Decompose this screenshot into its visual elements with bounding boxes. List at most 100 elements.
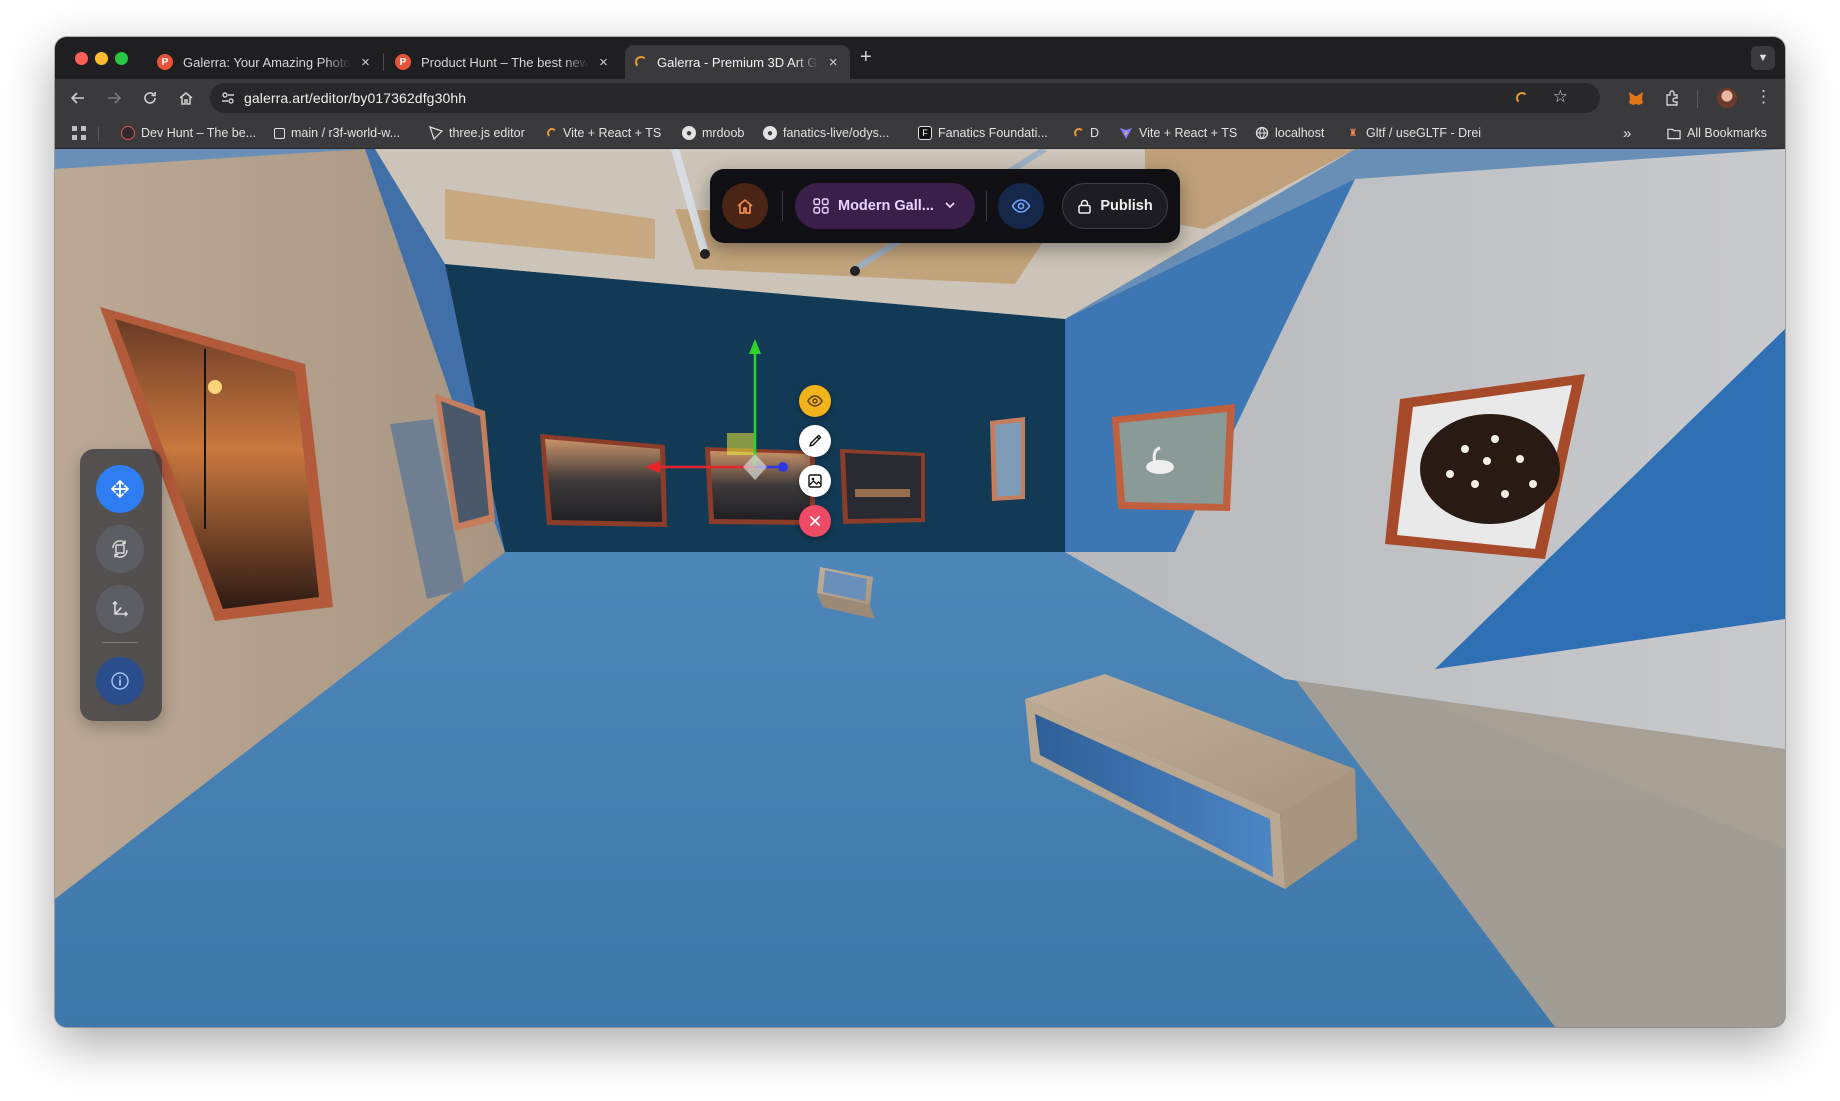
- product-hunt-favicon-icon: P: [157, 54, 173, 70]
- bookmarks-divider: [98, 127, 99, 141]
- address-bar[interactable]: galerra.art/editor/by017362dfg30hh ☆: [210, 83, 1600, 113]
- bookmark-label: localhost: [1275, 126, 1325, 140]
- bookmark-vite-react[interactable]: Vite + React + TS: [547, 124, 661, 142]
- arrow-right-icon: [108, 92, 122, 104]
- folder-icon: [1667, 126, 1681, 140]
- chevron-down-icon: [945, 202, 955, 209]
- browser-toolbar: galerra.art/editor/by017362dfg30hh ☆ ⋮: [55, 79, 1785, 117]
- editor-top-bar: Modern Gall... Publish: [710, 169, 1180, 243]
- devhunt-favicon-icon: [121, 126, 135, 140]
- gallery-selector-dropdown[interactable]: Modern Gall...: [795, 183, 975, 229]
- site-settings-icon[interactable]: [220, 90, 236, 106]
- square-favicon-icon: [274, 127, 285, 139]
- bookmark-gltf-drei[interactable]: ♜ Gltf / useGLTF - Drei: [1346, 124, 1482, 142]
- tab-title: Galerra: Your Amazing Photos: [183, 54, 351, 70]
- bookmark-threejs-editor[interactable]: three.js editor: [429, 124, 525, 142]
- bar-divider: [782, 191, 783, 221]
- home-page-button[interactable]: [175, 87, 197, 109]
- image-icon: [808, 474, 822, 488]
- bookmark-label: D: [1090, 126, 1100, 140]
- bookmarks-bar: Dev Hunt – The be... main / r3f-world-w.…: [55, 117, 1785, 149]
- lock-icon: [1078, 199, 1092, 214]
- edit-artwork-button[interactable]: [799, 425, 831, 457]
- metamask-extension-icon[interactable]: [1626, 88, 1646, 108]
- extensions-puzzle-icon[interactable]: [1663, 88, 1683, 108]
- tab-title: Product Hunt – The best new: [421, 54, 589, 70]
- info-button[interactable]: [96, 657, 144, 705]
- bookmark-label: Vite + React + TS: [563, 126, 662, 140]
- publish-label: Publish: [1100, 198, 1153, 214]
- artwork-swan[interactable]: [1112, 404, 1235, 511]
- fanatics-flag-icon: F: [918, 126, 932, 140]
- gallery-room-scene[interactable]: [55, 149, 1785, 1027]
- tab-product-hunt[interactable]: P Product Hunt – The best new ×: [385, 45, 620, 79]
- bookmark-r3f-world[interactable]: main / r3f-world-w...: [274, 124, 400, 142]
- close-window-button[interactable]: [75, 52, 88, 65]
- tab-divider: [383, 53, 384, 71]
- vite-icon: [1119, 126, 1133, 140]
- gallery-name: Modern Gall...: [838, 198, 934, 214]
- globe-icon: [1255, 126, 1269, 140]
- bookmark-localhost[interactable]: localhost: [1255, 124, 1324, 142]
- forward-button[interactable]: [103, 87, 125, 109]
- tab-strip: P Galerra: Your Amazing Photos × P Produ…: [55, 37, 1785, 79]
- house-icon: [179, 92, 193, 105]
- browser-menu-button[interactable]: ⋮: [1755, 87, 1772, 107]
- bookmark-fanatics-foundation[interactable]: F Fanatics Foundati...: [918, 124, 1048, 142]
- chevron-down-icon: ▼: [1757, 52, 1769, 64]
- reload-button[interactable]: [139, 87, 161, 109]
- gallery-3d-viewport[interactable]: Modern Gall... Publish: [55, 149, 1785, 1027]
- close-tab-icon[interactable]: ×: [359, 54, 372, 71]
- bookmark-label: three.js editor: [449, 126, 525, 140]
- artwork-coastline[interactable]: [990, 417, 1025, 501]
- bookmark-label: Dev Hunt – The be...: [141, 126, 257, 140]
- replace-image-button[interactable]: [799, 465, 831, 497]
- artwork-harbor-dusk[interactable]: [540, 434, 667, 527]
- close-tab-icon[interactable]: ×: [827, 54, 840, 71]
- arrow-left-icon: [70, 92, 84, 104]
- bookmark-dev-hunt[interactable]: Dev Hunt – The be...: [121, 124, 256, 142]
- close-icon: [810, 516, 820, 526]
- grid-icon: [813, 198, 829, 214]
- tab-galerra-photos[interactable]: P Galerra: Your Amazing Photos ×: [147, 45, 382, 79]
- loading-spinner-icon: [635, 56, 647, 68]
- tab-galerra-editor[interactable]: Galerra - Premium 3D Art Gal ×: [625, 45, 850, 79]
- tab-search-button[interactable]: ▼: [1751, 46, 1775, 70]
- rotate-tool-button[interactable]: [96, 525, 144, 573]
- threejs-triangle-icon: [429, 126, 443, 140]
- apps-grid-icon[interactable]: [72, 126, 86, 140]
- bookmark-star-icon[interactable]: ☆: [1553, 87, 1568, 107]
- bookmark-d[interactable]: D: [1074, 124, 1099, 142]
- bookmark-fanatics-live[interactable]: ● fanatics-live/odys...: [763, 124, 889, 142]
- delete-artwork-button[interactable]: [799, 505, 831, 537]
- axis-scale-icon: [112, 600, 129, 617]
- bookmarks-overflow-button[interactable]: »: [1623, 124, 1631, 142]
- back-button[interactable]: [67, 87, 89, 109]
- loading-indicator-icon: [1516, 92, 1528, 104]
- maximize-window-button[interactable]: [115, 52, 128, 65]
- pencil-icon: [809, 434, 822, 447]
- move-tool-button[interactable]: [96, 465, 144, 513]
- publish-button[interactable]: Publish: [1062, 183, 1168, 229]
- view-artwork-button[interactable]: [799, 385, 831, 417]
- close-tab-icon[interactable]: ×: [597, 54, 610, 71]
- tab-title: Galerra - Premium 3D Art Gal: [657, 54, 819, 70]
- bookmark-mrdoob[interactable]: ● mrdoob: [682, 124, 744, 142]
- loading-favicon-icon: [547, 128, 557, 138]
- bookmark-label: fanatics-live/odys...: [783, 126, 890, 140]
- scale-tool-button[interactable]: [96, 585, 144, 633]
- all-bookmarks-folder[interactable]: All Bookmarks: [1667, 124, 1767, 142]
- artwork-selected[interactable]: [705, 447, 815, 525]
- home-button[interactable]: [722, 183, 768, 229]
- browser-window: P Galerra: Your Amazing Photos × P Produ…: [55, 37, 1785, 1027]
- bar-divider: [986, 191, 987, 221]
- preview-button[interactable]: [998, 183, 1044, 229]
- bookmark-vite-react-2[interactable]: Vite + React + TS: [1119, 124, 1237, 142]
- artwork-city-night[interactable]: [840, 449, 925, 524]
- eye-icon: [1011, 199, 1031, 213]
- drei-icon: ♜: [1348, 127, 1358, 139]
- new-tab-button[interactable]: +: [860, 46, 872, 69]
- bookmark-label: Gltf / useGLTF - Drei: [1366, 126, 1482, 140]
- minimize-window-button[interactable]: [95, 52, 108, 65]
- profile-avatar[interactable]: [1717, 88, 1737, 108]
